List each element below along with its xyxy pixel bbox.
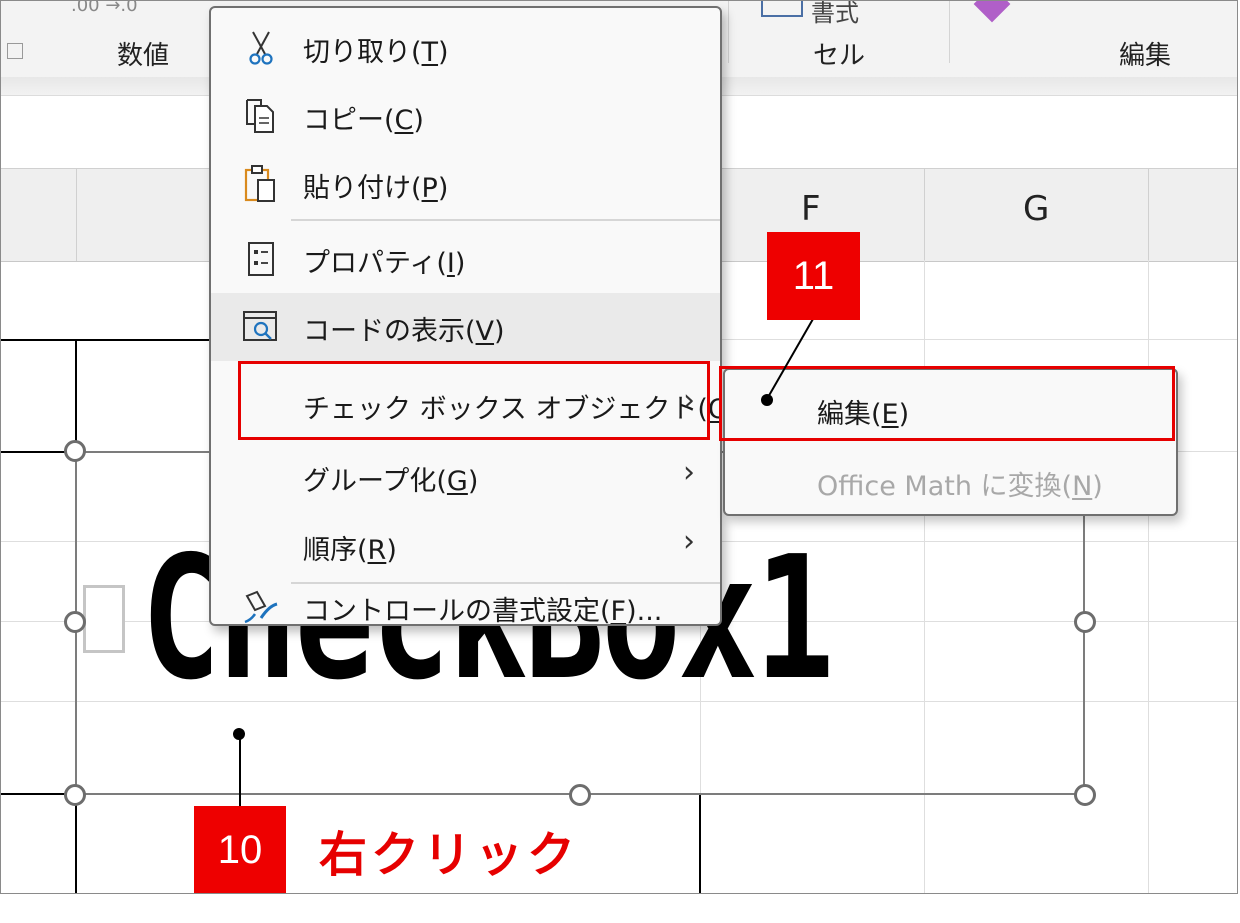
- highlight-checkbox-object: [238, 361, 710, 440]
- step-10-callout: 10: [194, 806, 286, 893]
- menu-item-label: 順序(R): [303, 535, 397, 566]
- resize-handle-bottom-mid[interactable]: [569, 784, 591, 806]
- grid-line: [1148, 260, 1149, 893]
- scissors-icon: [241, 28, 281, 68]
- checkbox-square[interactable]: [83, 585, 125, 653]
- pointer-line: [239, 734, 241, 806]
- resize-handle-bottom-right[interactable]: [1074, 784, 1096, 806]
- menu-item-paste[interactable]: 貼り付け(P): [211, 150, 720, 218]
- number-format-fragment[interactable]: .00 →.0: [71, 1, 138, 16]
- menu-item-copy[interactable]: コピー(C): [211, 82, 720, 150]
- view-code-icon: [241, 307, 281, 347]
- column-letter: F: [801, 189, 821, 229]
- menu-item-order[interactable]: 順序(R) ›: [211, 512, 720, 580]
- menu-item-label: コピー(C): [303, 105, 424, 136]
- format-cells-icon[interactable]: [761, 1, 803, 17]
- menu-separator: [291, 582, 720, 584]
- ribbon-separator: [949, 1, 950, 63]
- menu-item-view-code[interactable]: コードの表示(V): [211, 293, 720, 361]
- dialog-launcher-icon[interactable]: [7, 43, 23, 59]
- step-11-callout: 11: [767, 232, 860, 320]
- eraser-icon[interactable]: [973, 1, 1011, 23]
- screenshot-frame: .00 →.0 数値 書式 セル 編集 F G CheckBox1: [0, 0, 1238, 894]
- menu-item-label: グループ化(G): [303, 466, 479, 497]
- menu-item-cut[interactable]: 切り取り(T): [211, 14, 720, 82]
- menu-item-properties[interactable]: プロパティ(I): [211, 225, 720, 293]
- number-group-label: 数値: [117, 41, 170, 71]
- menu-item-label: 切り取り(T): [303, 37, 449, 68]
- chevron-right-icon: ›: [683, 524, 695, 559]
- menu-item-label: 貼り付け(P): [303, 173, 449, 204]
- format-control-icon: [241, 588, 281, 624]
- right-click-label: 右クリック: [319, 827, 580, 883]
- ribbon-separator: [728, 1, 729, 63]
- menu-item-group[interactable]: グループ化(G) ›: [211, 443, 720, 511]
- cell-border: [1, 339, 211, 341]
- format-label-fragment[interactable]: 書式: [811, 1, 859, 28]
- menu-item-format-control[interactable]: コントロールの書式設定(F)...: [211, 588, 720, 624]
- menu-separator: [291, 219, 720, 221]
- chevron-right-icon: ›: [683, 455, 695, 490]
- menu-item-label: プロパティ(I): [303, 248, 466, 279]
- properties-icon: [241, 239, 281, 279]
- column-header[interactable]: [1148, 169, 1237, 261]
- editing-group-label: 編集: [1119, 41, 1172, 71]
- paste-icon: [241, 164, 281, 204]
- context-menu: 切り取り(T) コピー(C) 貼り付け(P) プロパティ(I) コードの表示(V…: [209, 6, 722, 626]
- copy-icon: [241, 96, 281, 136]
- cell-border: [699, 795, 701, 893]
- menu-item-label: コードの表示(V): [303, 316, 505, 347]
- menu-item-label: コントロールの書式設定(F)...: [303, 596, 663, 626]
- column-header-g[interactable]: G: [924, 169, 1148, 261]
- pointer-line: [766, 318, 814, 400]
- submenu-item-convert-office-math: Office Math に変換(N): [817, 471, 1103, 502]
- resize-handle-top-left[interactable]: [64, 440, 86, 462]
- resize-handle-mid-left[interactable]: [64, 611, 86, 633]
- cells-group-label: セル: [813, 41, 866, 71]
- bottom-margin: [0, 894, 1240, 923]
- resize-handle-mid-right[interactable]: [1074, 611, 1096, 633]
- column-letter: G: [1023, 189, 1050, 229]
- resize-handle-bottom-left[interactable]: [64, 784, 86, 806]
